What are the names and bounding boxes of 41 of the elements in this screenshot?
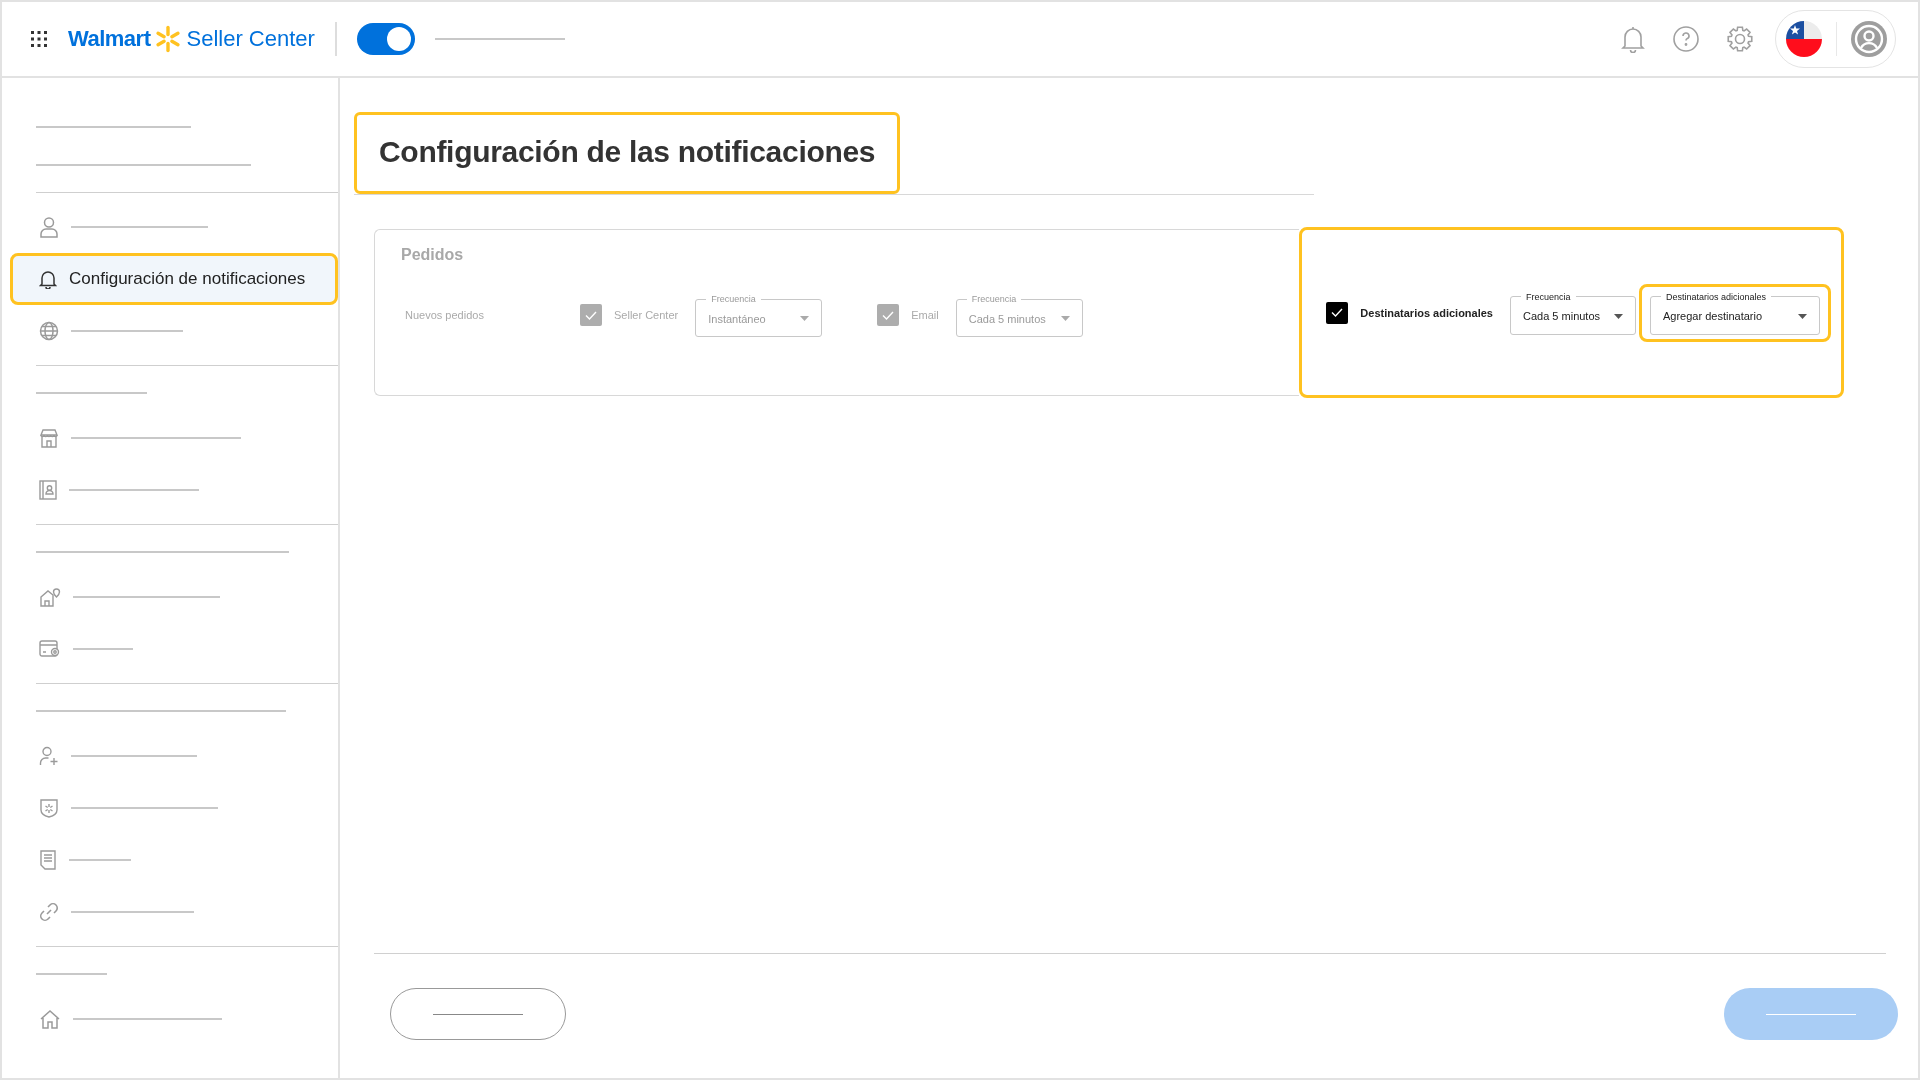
toggle-switch[interactable] [356, 23, 415, 55]
bell-icon [39, 269, 57, 289]
home-icon [39, 1009, 61, 1029]
apps-grid-icon [30, 30, 48, 48]
spark-logo-icon [154, 25, 183, 53]
user-avatar-icon [1851, 21, 1887, 57]
caret-down-icon [1614, 313, 1623, 319]
help-icon[interactable] [1673, 26, 1699, 52]
card-pin-icon [39, 639, 61, 659]
settings-icon[interactable] [1727, 26, 1753, 52]
shield-icon [39, 798, 59, 818]
link-icon [39, 902, 59, 922]
house-pin-icon [39, 587, 61, 607]
caret-down-icon [1798, 313, 1807, 319]
globe-icon [39, 321, 59, 341]
checkmark-icon [585, 310, 597, 320]
checkbox-label: Seller Center [614, 309, 679, 321]
primary-button[interactable] [1724, 988, 1898, 1040]
document-icon [39, 850, 57, 870]
secondary-button[interactable] [390, 988, 566, 1040]
notifications-bell-icon[interactable] [1621, 25, 1645, 53]
caret-down-icon [800, 316, 810, 321]
nav-item[interactable]: Configuración de notificaciones [10, 253, 338, 305]
dropdown-field[interactable]: Destinatarios adicionales Agregar destinatario [1650, 290, 1820, 335]
checkbox-label: Destinatarios adicionales [1360, 306, 1493, 319]
section-title: Pedidos [401, 246, 465, 264]
user-plus-icon [39, 746, 59, 766]
checkbox[interactable] [1326, 301, 1349, 324]
checkmark-icon [882, 310, 895, 320]
brand-name: Walmart [68, 26, 151, 52]
user-icon [39, 216, 59, 238]
store-icon [39, 428, 59, 448]
contact-card-icon [39, 480, 57, 500]
page-title: Configuración de las notificaciones [354, 112, 901, 194]
caret-down-icon [1060, 316, 1070, 321]
checkbox-label: Email [911, 309, 939, 321]
checkmark-icon [1331, 308, 1344, 317]
product-name: Seller Center [186, 26, 315, 52]
row-label: Nuevos pedidos [404, 309, 485, 321]
country-flag-icon [1786, 21, 1822, 57]
dropdown-field[interactable]: Frecuencia Cada 5 minutos [1510, 290, 1636, 335]
